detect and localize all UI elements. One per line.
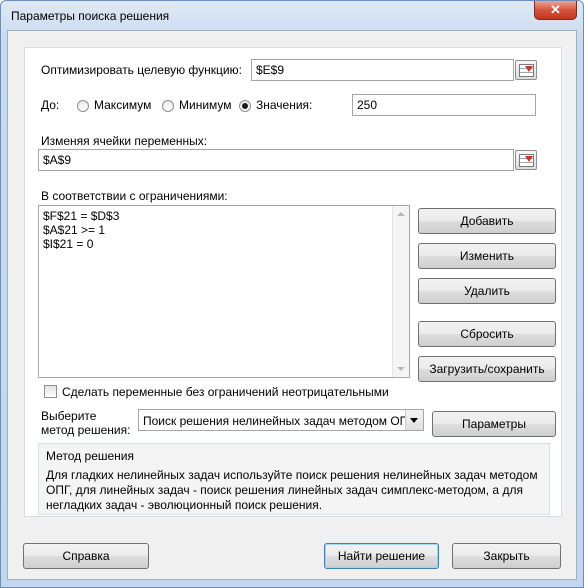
close-button[interactable]: Закрыть <box>452 543 561 569</box>
method-group-title: Метод решения <box>46 449 134 463</box>
method-label-line2: метод решения: <box>41 423 131 437</box>
to-label: До: <box>41 98 60 112</box>
range-arrow-icon <box>525 66 533 72</box>
list-item[interactable]: $A$21 >= 1 <box>43 223 105 237</box>
changing-cells-input[interactable]: $A$9 <box>38 149 514 171</box>
constraints-label: В соответствии с ограничениями: <box>41 189 228 203</box>
objective-ref-button[interactable] <box>515 60 537 80</box>
dialog-body: Оптимизировать целевую функцию: $E$9 До:… <box>7 30 577 580</box>
help-button[interactable]: Справка <box>23 543 149 569</box>
settings-panel: Оптимизировать целевую функцию: $E$9 До:… <box>24 47 562 517</box>
method-selected: Поиск решения нелинейных задач методом О… <box>143 414 415 428</box>
objective-input[interactable]: $E$9 <box>251 59 514 81</box>
method-label-line1: Выберите <box>41 409 97 423</box>
radio-min[interactable] <box>162 100 174 112</box>
scroll-up-icon[interactable] <box>397 212 405 216</box>
load-save-button[interactable]: Загрузить/сохранить <box>418 356 556 382</box>
window-title: Параметры поиска решения <box>11 9 170 23</box>
radio-min-label: Минимум <box>179 98 232 112</box>
range-arrow-icon <box>525 156 533 162</box>
constraints-list[interactable]: $F$21 = $D$3 $A$21 >= 1 $I$21 = 0 <box>38 205 410 378</box>
close-icon: ✕ <box>550 2 561 17</box>
nonneg-label[interactable]: Сделать переменные без ограничений неотр… <box>62 385 389 399</box>
objective-label: Оптимизировать целевую функцию: <box>41 63 242 77</box>
method-select[interactable]: Поиск решения нелинейных задач методом О… <box>138 409 424 431</box>
close-window-button[interactable]: ✕ <box>534 1 577 20</box>
list-item[interactable]: $I$21 = 0 <box>43 237 93 251</box>
change-button[interactable]: Изменить <box>418 243 556 269</box>
changing-ref-button[interactable] <box>515 150 537 170</box>
radio-max[interactable] <box>77 100 89 112</box>
method-info-group: Метод решения Для гладких нелинейных зад… <box>38 443 550 515</box>
chevron-down-icon[interactable] <box>405 410 423 430</box>
title-bar: Параметры поиска решения ✕ <box>1 1 583 31</box>
radio-max-label: Максимум <box>94 98 152 112</box>
constraints-scrollbar[interactable] <box>392 206 409 377</box>
method-description: Для гладких нелинейных задач используйте… <box>46 468 538 512</box>
radio-value[interactable] <box>239 100 251 112</box>
nonneg-checkbox[interactable] <box>44 385 57 398</box>
add-button[interactable]: Добавить <box>418 208 556 234</box>
solve-button[interactable]: Найти решение <box>324 543 439 569</box>
scroll-down-icon[interactable] <box>397 367 405 371</box>
options-button[interactable]: Параметры <box>432 411 556 437</box>
reset-button[interactable]: Сбросить <box>418 321 556 347</box>
list-item[interactable]: $F$21 = $D$3 <box>43 209 119 223</box>
delete-button[interactable]: Удалить <box>418 278 556 304</box>
solver-dialog: Параметры поиска решения ✕ Оптимизироват… <box>0 0 584 588</box>
radio-value-label: Значения: <box>256 98 313 112</box>
changing-label: Изменяя ячейки переменных: <box>41 134 208 148</box>
target-value-input[interactable]: 250 <box>352 94 536 116</box>
